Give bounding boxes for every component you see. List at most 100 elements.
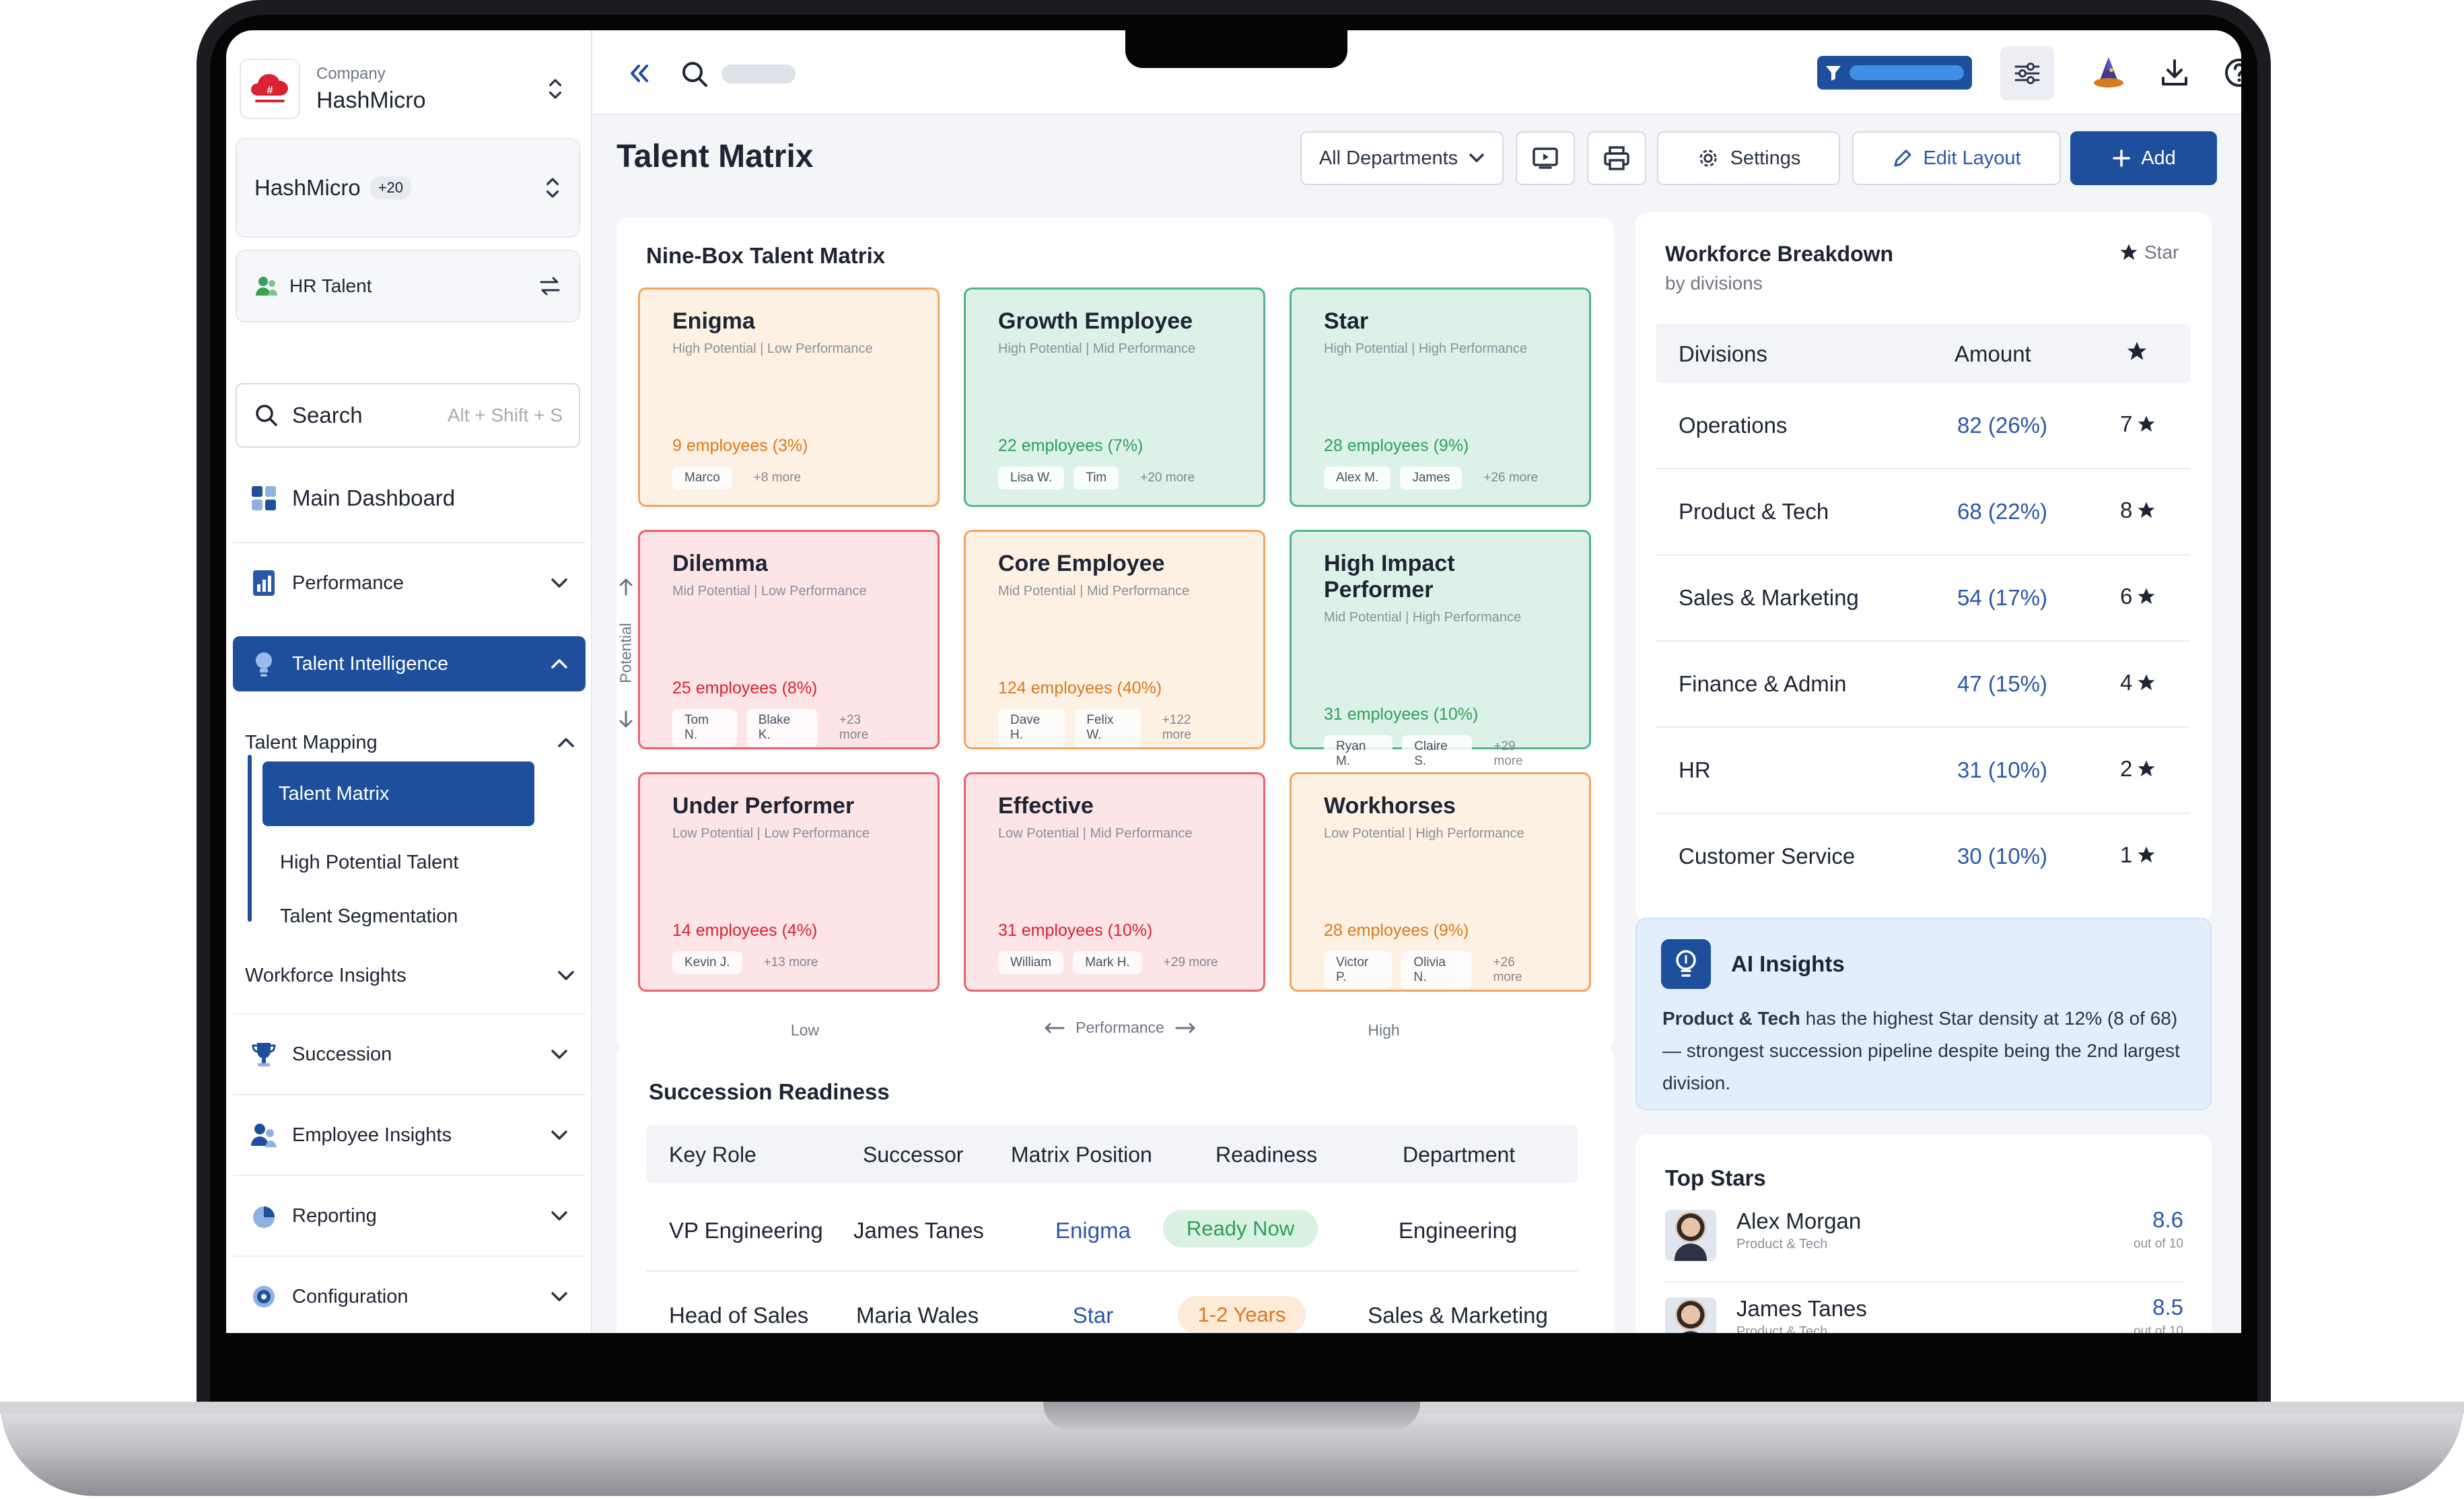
print-button[interactable] (1587, 131, 1646, 185)
sidebar-item-configuration[interactable]: Configuration (233, 1265, 586, 1328)
edit-layout-button[interactable]: Edit Layout (1852, 131, 2061, 185)
add-button[interactable]: Add (2070, 131, 2217, 185)
chevron-down-icon (551, 1046, 568, 1063)
matrix-box-title: Workhorses (1324, 793, 1456, 819)
module-switcher[interactable]: HR Talent (236, 250, 580, 322)
star-count-value: 2 (2120, 756, 2133, 781)
laptop-bezel-bottom (210, 1333, 2257, 1402)
more-tag[interactable]: +26 more (1471, 467, 1550, 489)
employee-tag[interactable]: Alex M. (1324, 467, 1391, 489)
more-tag[interactable]: +29 more (1481, 735, 1557, 773)
sidebar-group-workforce-insights[interactable]: Workforce Insights (245, 955, 575, 996)
list-item[interactable]: Alex Morgan Product & Tech 8.6 out of 10 (1665, 1206, 2183, 1287)
sidebar-item-reporting[interactable]: Reporting (233, 1184, 586, 1248)
matrix-box[interactable]: Dilemma Mid Potential | Low Performance 25… (638, 530, 940, 749)
cell-division: Customer Service (1679, 844, 1856, 868)
table-row[interactable]: Customer Service 30 (10%) 1 (1656, 814, 2190, 900)
employee-tag[interactable]: Ryan M. (1324, 735, 1393, 773)
matrix-box-title: Under Performer (672, 793, 855, 819)
table-row[interactable]: Sales & Marketing 54 (17%) 6 (1656, 555, 2190, 642)
employee-tag[interactable]: Tim (1073, 467, 1119, 489)
table-row[interactable]: Operations 82 (26%) 7 (1656, 383, 2190, 469)
swap-icon[interactable] (538, 276, 561, 296)
more-tag[interactable]: +29 more (1152, 951, 1230, 974)
top-bar (592, 30, 2241, 115)
employee-tag[interactable]: Olivia N. (1401, 951, 1472, 989)
collapse-sidebar-button[interactable] (618, 52, 661, 95)
employee-tag[interactable]: Blake K. (746, 709, 818, 747)
more-tag[interactable]: +122 more (1150, 709, 1231, 747)
table-row[interactable]: HR 31 (10%) 2 (1656, 728, 2190, 814)
sidebar-group-talent-mapping[interactable]: Talent Mapping (245, 722, 575, 763)
list-item[interactable]: James Tanes Product & Tech 8.5 out of 10 (1665, 1293, 2183, 1333)
matrix-box[interactable]: Growth Employee High Potential | Mid Perf… (964, 287, 1265, 507)
workspace-switcher[interactable]: HashMicro +20 (236, 138, 580, 238)
filter-skeleton (1850, 65, 1964, 80)
settings-action-button[interactable]: Settings (1657, 131, 1840, 185)
employee-tag[interactable]: Marco (672, 467, 732, 489)
employee-tag[interactable]: James (1400, 467, 1463, 489)
avatar (1665, 1210, 1716, 1261)
matrix-box-subtitle: Mid Potential | High Performance (1324, 610, 1522, 625)
employee-tag[interactable]: Dave H. (998, 709, 1065, 747)
laptop-thumb-notch (1043, 1402, 1420, 1430)
matrix-box[interactable]: Workhorses Low Potential | High Performan… (1290, 772, 1591, 992)
wizard-button[interactable] (2085, 49, 2132, 96)
matrix-box-subtitle: Mid Potential | Low Performance (672, 584, 867, 599)
company-switcher[interactable]: # Company HashMicro (236, 48, 582, 130)
star-count-value: 6 (2120, 584, 2133, 609)
help-button[interactable] (2216, 49, 2241, 96)
matrix-box[interactable]: Effective Low Potential | Mid Performance… (964, 772, 1265, 992)
col-amount: Amount (1955, 341, 2031, 366)
sidebar-item-label: Configuration (292, 1285, 409, 1307)
sidebar-item-succession[interactable]: Succession (233, 1023, 586, 1086)
more-tag[interactable]: +26 more (1481, 951, 1557, 989)
sidebar-item-main-dashboard[interactable]: Main Dashboard (233, 467, 586, 530)
cell-amount: 31 (10%) (1957, 757, 2047, 782)
sidebar-item-performance[interactable]: Performance (233, 551, 586, 615)
present-button[interactable] (1516, 131, 1575, 185)
matrix-box[interactable]: Enigma High Potential | Low Performance 9 … (638, 287, 940, 507)
cell-division: Product & Tech (1679, 499, 1829, 524)
employee-tag[interactable]: Felix W. (1074, 709, 1141, 747)
matrix-box-tags: Dave H. Felix W. +122 more (998, 709, 1231, 747)
matrix-box[interactable]: Under Performer Low Potential | Low Perfo… (638, 772, 940, 992)
sidebar-item-high-potential[interactable]: High Potential Talent (280, 845, 563, 880)
matrix-box[interactable]: Core Employee Mid Potential | Mid Perform… (964, 530, 1265, 749)
readiness-badge: 1-2 Years (1178, 1296, 1306, 1333)
matrix-box-tags: Tom N. Blake K. +23 more (672, 709, 905, 747)
matrix-box-tags: Victor P. Olivia N. +26 more (1324, 951, 1557, 989)
sidebar-item-segmentation[interactable]: Talent Segmentation (280, 899, 563, 934)
divider (233, 1175, 586, 1176)
filter-button[interactable] (1817, 56, 1972, 90)
sidebar-item-talent-matrix[interactable]: Talent Matrix (262, 761, 534, 826)
more-tag[interactable]: +20 more (1128, 467, 1207, 489)
sidebar-search[interactable]: Search Alt + Shift + S (236, 383, 580, 448)
search-skeleton (721, 65, 796, 83)
more-tag[interactable]: +8 more (742, 467, 813, 489)
more-tag[interactable]: +13 more (752, 951, 831, 974)
sidebar-item-talent-intelligence[interactable]: Talent Intelligence (233, 636, 586, 691)
table-row[interactable]: Product & Tech 68 (22%) 8 (1656, 469, 2190, 555)
ai-insights-text: Product & Tech has the highest Star dens… (1662, 1002, 2194, 1099)
employee-tag[interactable]: Lisa W. (998, 467, 1065, 489)
employee-tag[interactable]: Claire S. (1402, 735, 1473, 773)
employee-tag[interactable]: William (998, 951, 1064, 974)
employee-tag[interactable]: Tom N. (672, 709, 737, 747)
employee-tag[interactable]: Victor P. (1324, 951, 1393, 989)
card-subtitle: by divisions (1665, 273, 1763, 294)
employee-tag[interactable]: Mark H. (1073, 951, 1142, 974)
department-select[interactable]: All Departments (1300, 131, 1504, 185)
col-divisions: Divisions (1679, 341, 1768, 366)
employee-tag[interactable]: Kevin J. (672, 951, 742, 974)
matrix-box[interactable]: High Impact Performer Mid Potential | Hig… (1290, 530, 1591, 773)
sidebar-item-employee-insights[interactable]: Employee Insights (233, 1103, 586, 1167)
divider (233, 542, 586, 543)
workspace-name: HashMicro (254, 175, 361, 200)
download-button[interactable] (2151, 49, 2198, 96)
matrix-box[interactable]: Star High Potential | High Performance 28 … (1290, 287, 1591, 507)
cell-position-link[interactable]: Star (992, 1303, 1194, 1328)
adjustments-button[interactable] (2000, 46, 2054, 100)
table-row[interactable]: Finance & Admin 47 (15%) 4 (1656, 642, 2190, 728)
more-tag[interactable]: +23 more (827, 709, 905, 747)
